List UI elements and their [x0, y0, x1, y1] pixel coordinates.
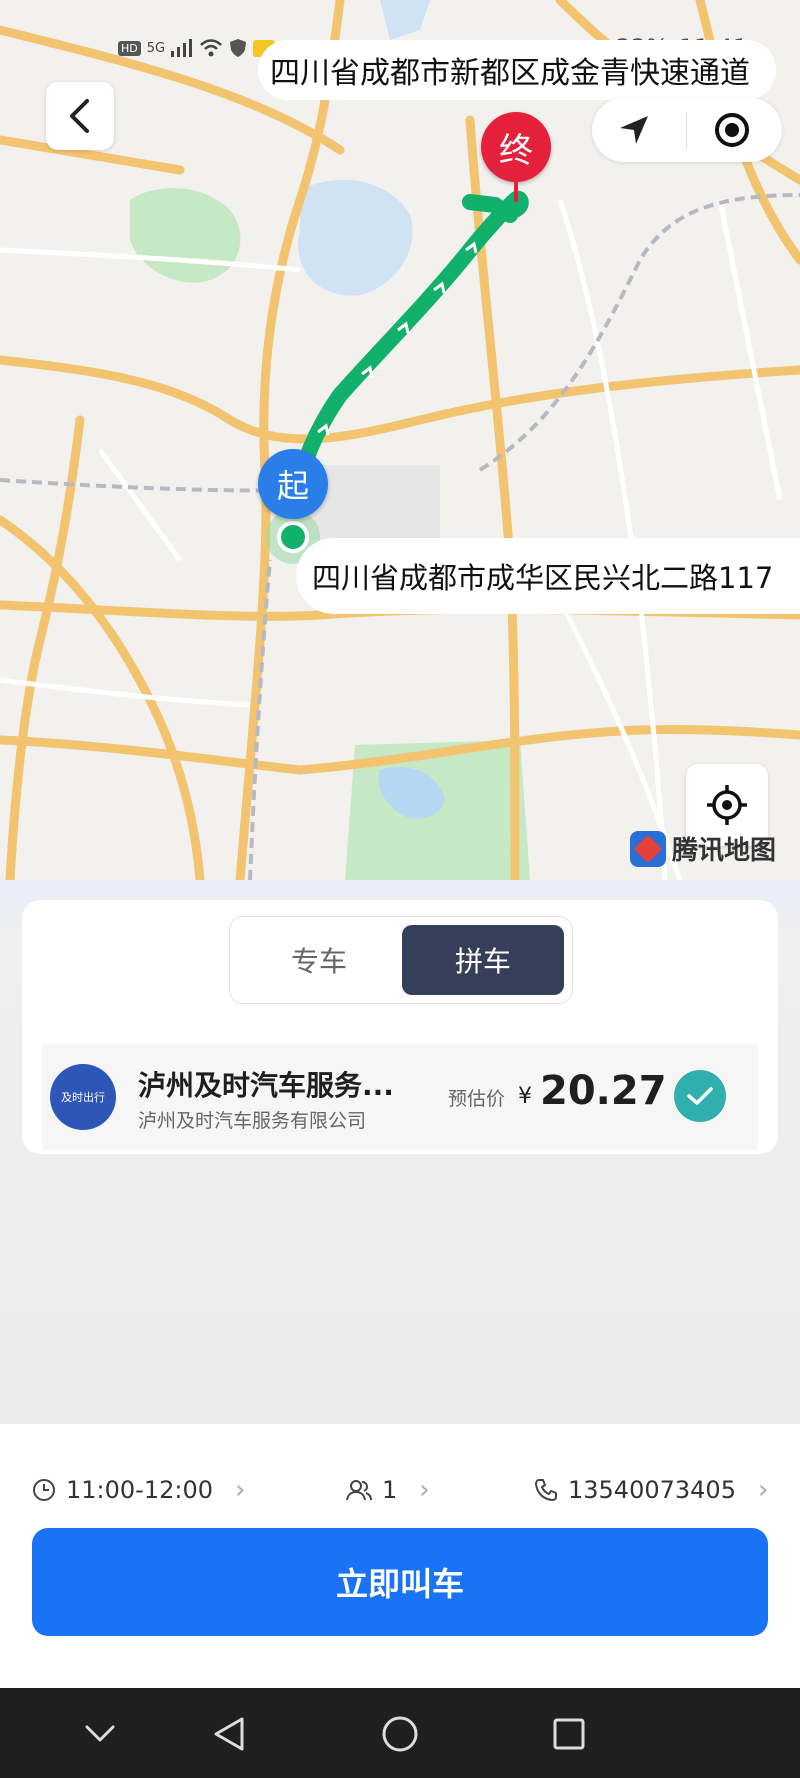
provider-company: 泸州及时汽车服务有限公司: [138, 1110, 367, 1132]
network-5g-icon: 5G: [146, 40, 166, 56]
home-circle-icon: [382, 1716, 418, 1752]
target-button[interactable]: [708, 106, 756, 154]
phone-option[interactable]: 13540073405 ›: [534, 1470, 768, 1510]
start-marker: 起: [258, 449, 328, 519]
call-car-button[interactable]: 立即叫车: [32, 1528, 768, 1636]
provider-select-checkbox[interactable]: [674, 1070, 726, 1122]
back-nav-button[interactable]: [201, 1706, 257, 1762]
back-triangle-icon: [214, 1717, 244, 1751]
destination-address-label: 四川省成都市新都区成金青快速通道: [258, 40, 776, 100]
users-icon: [346, 1480, 372, 1501]
recents-square-icon: [553, 1718, 585, 1750]
chevron-down-icon: [85, 1725, 115, 1742]
booking-bar: 11:00-12:00 › 1 › 13540073405 › 立即叫车: [0, 1424, 800, 1688]
chevron-right-icon: ›: [235, 1475, 246, 1505]
passengers-value: 1: [382, 1476, 398, 1504]
estimate-label: 预估价: [448, 1088, 506, 1110]
status-icons-left: HD 5G: [118, 38, 276, 58]
provider-logo: 及时出行: [50, 1064, 116, 1130]
tencent-map-icon: [630, 830, 666, 867]
map-provider-logo: 腾讯地图: [630, 830, 776, 867]
ride-card: 专车 拼车 及时出行 泸州及时汽车服务... 泸州及时汽车服务有限公司 预估价 …: [22, 900, 778, 1154]
chevron-right-icon: ›: [419, 1475, 430, 1505]
navigation-arrow-button[interactable]: [610, 106, 658, 154]
system-nav-bar: [0, 1688, 800, 1778]
chevron-left-icon: [70, 99, 89, 133]
origin-address-label: 四川省成都市成华区民兴北二路117: [296, 538, 800, 614]
target-icon: [715, 113, 749, 147]
wifi-icon: [200, 39, 222, 57]
tab-private-car[interactable]: 专车: [238, 925, 400, 995]
shield-icon: [230, 39, 247, 57]
home-nav-button[interactable]: [372, 1706, 428, 1762]
map-provider-text: 腾讯地图: [672, 836, 777, 866]
signal-icon: [171, 39, 193, 57]
ride-type-tabs: 专车 拼车: [229, 916, 573, 1004]
checkmark-icon: [687, 1087, 713, 1105]
tab-carpool[interactable]: 拼车: [402, 925, 564, 995]
end-marker-stem: [514, 180, 518, 202]
currency-symbol: ¥: [518, 1084, 532, 1109]
map-view[interactable]: HD 5G 33% 11:41 四川省成都市新都区成金青快速通道 终 起 四川省…: [0, 0, 800, 880]
passengers-option[interactable]: 1 ›: [346, 1470, 430, 1510]
provider-logo-text: 及时出行: [61, 1091, 105, 1104]
map-tools: [592, 98, 782, 162]
back-button[interactable]: [46, 82, 114, 150]
hd-icon: HD: [118, 40, 141, 56]
chevron-right-icon: ›: [757, 1475, 769, 1505]
recents-nav-button[interactable]: [541, 1706, 597, 1762]
tools-divider: [686, 112, 687, 148]
phone-icon: [535, 1479, 557, 1501]
time-value: 11:00-12:00: [66, 1476, 213, 1504]
ride-panel: 专车 拼车 及时出行 泸州及时汽车服务... 泸州及时汽车服务有限公司 预估价 …: [0, 880, 800, 1424]
provider-name: 泸州及时汽车服务...: [138, 1069, 394, 1102]
clock-icon: [33, 1479, 55, 1501]
hide-keyboard-button[interactable]: [72, 1706, 128, 1762]
estimated-price: 20.27: [540, 1068, 667, 1114]
phone-value: 13540073405: [568, 1476, 736, 1504]
provider-row[interactable]: 及时出行 泸州及时汽车服务... 泸州及时汽车服务有限公司 预估价 ¥ 20.2…: [42, 1044, 758, 1150]
navigation-arrow-icon: [620, 116, 648, 144]
time-option[interactable]: 11:00-12:00 ›: [32, 1470, 245, 1510]
end-marker: 终: [481, 112, 551, 182]
crosshair-icon: [707, 785, 747, 825]
